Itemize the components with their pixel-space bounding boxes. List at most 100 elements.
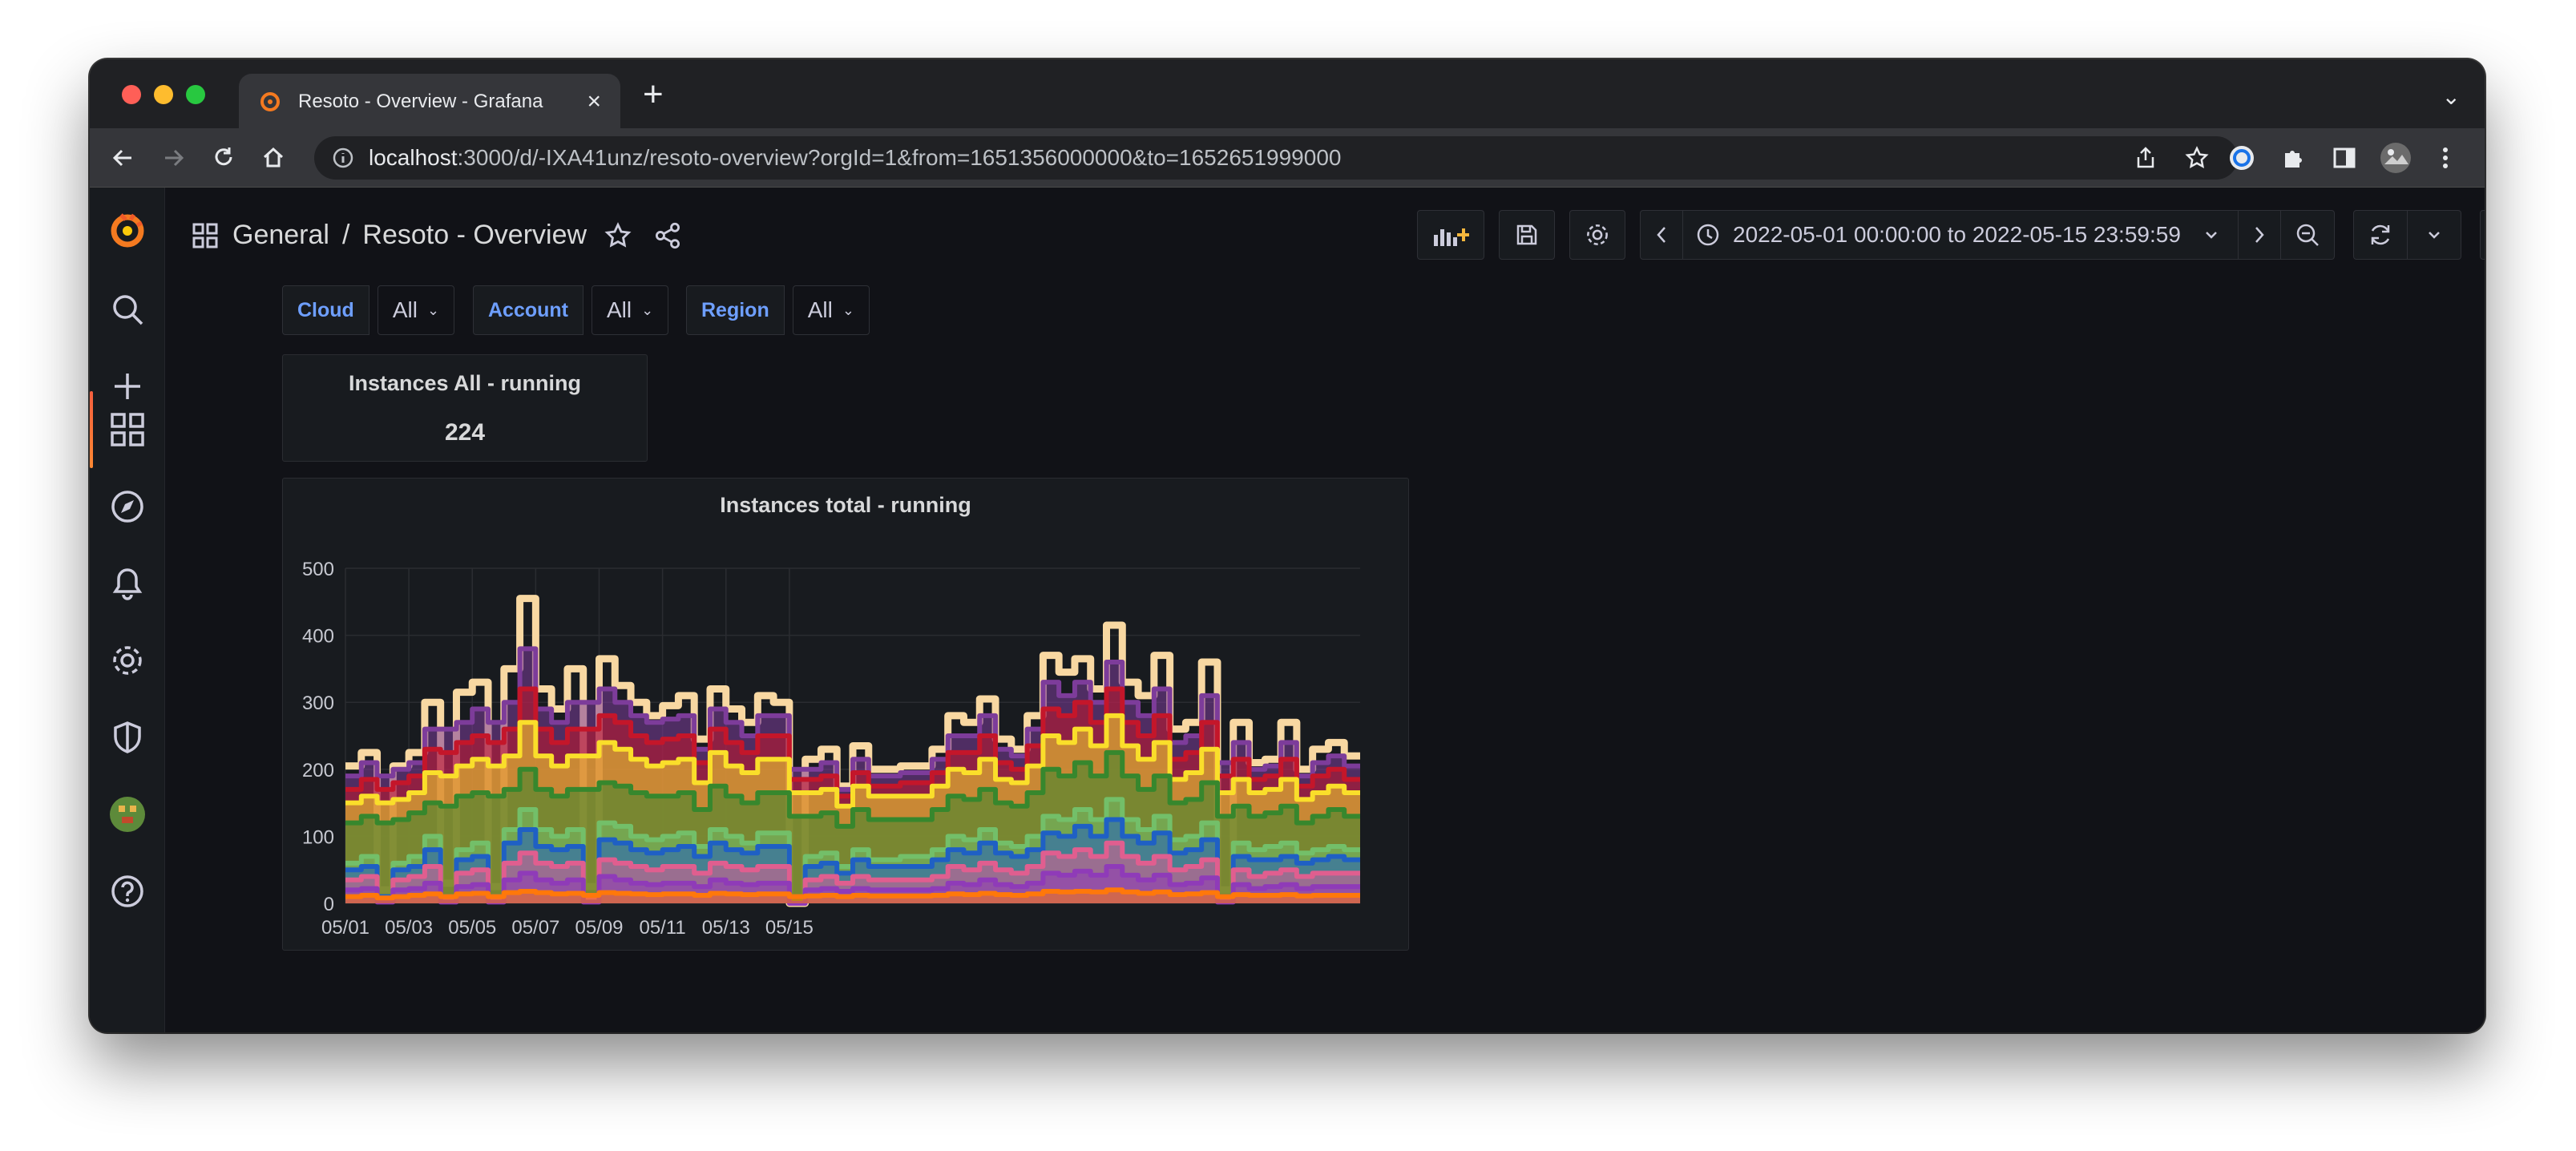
time-range-forward-button[interactable]: [2238, 210, 2281, 260]
y-tick-label: 100: [302, 826, 334, 848]
tab-search-chevron-icon[interactable]: ⌄: [2442, 83, 2461, 110]
grafana-favicon-icon: [260, 92, 280, 111]
new-tab-button[interactable]: +: [643, 77, 664, 112]
x-tick-label: 05/01: [321, 917, 369, 939]
grafana-logo-icon[interactable]: [90, 197, 165, 261]
stacked-area-chart: 0 100 200 300 400 500 05/01 05/03 05/05 05/07 05/0…: [302, 559, 1360, 939]
y-tick-label: 0: [324, 894, 334, 915]
close-window-button[interactable]: [122, 85, 141, 104]
tab-title: Resoto - Overview - Grafana: [298, 91, 543, 112]
x-tick-label: 05/03: [385, 917, 433, 939]
address-bar[interactable]: localhost:3000/d/-IXA41unz/resoto-overvi…: [314, 136, 2238, 180]
profile-avatar[interactable]: [2379, 141, 2412, 175]
chevron-down-icon: [2429, 232, 2440, 239]
chevron-down-icon: [2206, 232, 2217, 239]
chevron-down-icon: ⌄: [842, 301, 854, 318]
shield-icon[interactable]: [90, 705, 165, 769]
refresh-icon: [2371, 224, 2390, 245]
refresh-button[interactable]: [2353, 210, 2408, 260]
x-tick-label: 05/09: [575, 917, 623, 939]
url-path: :3000/d/-IXA41unz/resoto-overview?orgId=…: [457, 145, 1342, 170]
add-panel-button[interactable]: [1417, 210, 1484, 260]
tv-mode-button[interactable]: [2480, 210, 2485, 260]
variable-region: Region All ⌄: [686, 285, 870, 335]
folder-link[interactable]: General: [232, 220, 329, 251]
browser-window: Resoto - Overview - Grafana × + ⌄ localh…: [90, 59, 2485, 1032]
x-tick-label: 05/13: [702, 917, 750, 939]
zoom-out-button[interactable]: [2280, 210, 2335, 260]
browser-titlebar: Resoto - Overview - Grafana × + ⌄: [90, 59, 2485, 130]
variable-label-account: Account: [473, 285, 583, 335]
dashboard-title[interactable]: Resoto - Overview: [362, 220, 587, 251]
variable-value-region: All: [807, 297, 833, 322]
stat-panel[interactable]: Instances All - running 224: [282, 354, 648, 462]
dashboard-breadcrumb: General / Resoto - Overview: [192, 220, 681, 251]
site-info-icon[interactable]: [332, 147, 354, 169]
help-icon[interactable]: [90, 859, 165, 923]
grafana-app: General / Resoto - Overview 2022-05-01 0…: [90, 188, 2485, 1032]
gear-icon: [1587, 224, 1608, 245]
time-range-back-button[interactable]: [1640, 210, 1683, 260]
variable-value-account: All: [607, 297, 632, 322]
alerting-bell-icon[interactable]: [90, 551, 165, 616]
forward-arrow-icon[interactable]: [159, 143, 189, 173]
chevron-down-icon: ⌄: [641, 301, 654, 318]
url-host: localhost: [369, 145, 458, 170]
browser-toolbar: localhost:3000/d/-IXA41unz/resoto-overvi…: [90, 128, 2485, 188]
variable-label-region: Region: [686, 285, 785, 335]
favorite-star-icon[interactable]: [604, 221, 632, 249]
save-icon: [1516, 224, 1537, 245]
variable-account: Account All ⌄: [473, 285, 669, 335]
clock-icon: [1697, 224, 1719, 246]
back-arrow-icon[interactable]: [107, 143, 138, 173]
side-panel-icon[interactable]: [2328, 141, 2361, 175]
chevron-down-icon: ⌄: [426, 301, 440, 318]
y-tick-label: 400: [302, 626, 334, 648]
time-range-text: 2022-05-01 00:00:00 to 2022-05-15 23:59:…: [1733, 222, 2181, 247]
extension-icon[interactable]: [2225, 141, 2259, 175]
grafana-sidenav: [90, 188, 165, 1032]
x-tick-label: 05/05: [448, 917, 496, 939]
zoom-out-icon: [2296, 224, 2319, 246]
variable-value-cloud: All: [392, 297, 418, 322]
variable-label-cloud: Cloud: [282, 285, 369, 335]
x-tick-label: 05/07: [511, 917, 559, 939]
stat-panel-title: Instances All - running: [348, 371, 582, 395]
breadcrumb-separator: /: [341, 220, 350, 250]
variable-cloud: Cloud All ⌄: [282, 285, 455, 335]
dashboards-icon[interactable]: [90, 398, 165, 462]
gear-icon[interactable]: [90, 628, 165, 693]
dashboard-grid-icon: [192, 223, 218, 248]
explore-compass-icon[interactable]: [90, 475, 165, 539]
browser-menu-icon[interactable]: [2429, 141, 2462, 175]
extensions-puzzle-icon[interactable]: [2276, 141, 2310, 175]
share-page-icon[interactable]: [2134, 136, 2158, 180]
chevron-left-icon: [1657, 227, 1666, 243]
variable-select-account[interactable]: All ⌄: [592, 285, 669, 335]
dashboard-main: General / Resoto - Overview 2022-05-01 0…: [165, 188, 2485, 1032]
dashboard-settings-button[interactable]: [1569, 210, 1625, 260]
home-icon[interactable]: [258, 143, 289, 173]
avatar[interactable]: [90, 782, 165, 846]
refresh-interval-dropdown[interactable]: [2407, 210, 2461, 260]
variable-select-cloud[interactable]: All ⌄: [377, 285, 455, 335]
x-tick-label: 05/15: [765, 917, 814, 939]
minimize-window-button[interactable]: [154, 85, 173, 104]
variable-select-region[interactable]: All ⌄: [792, 285, 870, 335]
stat-panel-value: 224: [444, 419, 486, 446]
zoom-window-button[interactable]: [186, 85, 205, 104]
y-tick-label: 200: [302, 760, 334, 781]
timeseries-panel[interactable]: Instances total - running 0 100 200 300 400 5…: [282, 478, 1409, 951]
close-tab-icon[interactable]: ×: [587, 90, 601, 114]
chevron-right-icon: [2255, 227, 2264, 243]
share-dashboard-icon[interactable]: [654, 222, 681, 249]
browser-tab-active[interactable]: Resoto - Overview - Grafana ×: [239, 74, 620, 130]
x-tick-label: 05/11: [639, 917, 685, 939]
add-panel-icon: [1434, 228, 1469, 246]
bookmark-star-icon[interactable]: [2185, 136, 2209, 180]
y-tick-label: 300: [302, 693, 334, 714]
reload-icon[interactable]: [208, 143, 239, 173]
search-icon[interactable]: [90, 277, 165, 341]
time-range-picker[interactable]: 2022-05-01 00:00:00 to 2022-05-15 23:59:…: [1682, 210, 2239, 260]
save-dashboard-button[interactable]: [1499, 210, 1555, 260]
